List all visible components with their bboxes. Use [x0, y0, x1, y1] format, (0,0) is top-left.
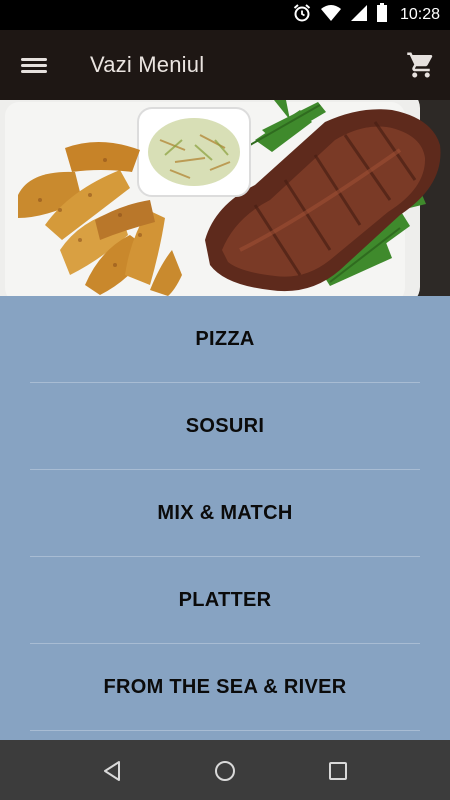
- menu-item-label: SOSURI: [185, 415, 265, 437]
- status-icons: 10:28: [292, 0, 440, 30]
- hero-food-image: [0, 100, 450, 296]
- menu-item-mix-and-match[interactable]: MIX & MATCH: [0, 470, 450, 557]
- status-time: 10:28: [399, 6, 440, 23]
- menu-item-label: PIZZA: [195, 328, 255, 350]
- menu-item-pizza[interactable]: PIZZA: [0, 296, 450, 383]
- menu-item-label: PLATTER: [178, 589, 272, 611]
- status-bar: 10:28: [0, 0, 450, 30]
- home-icon: [212, 761, 238, 788]
- menu-item-sosuri[interactable]: SOSURI: [0, 383, 450, 470]
- back-button[interactable]: [99, 758, 125, 784]
- menu-item-platter[interactable]: PLATTER: [0, 557, 450, 644]
- app-bar: Vazi Meniul: [0, 30, 450, 100]
- menu-item-label: MIX & MATCH: [157, 502, 293, 524]
- menu-item-from-the-sea-and-river[interactable]: FROM THE SEA & RIVER: [0, 644, 450, 731]
- hamburger-menu-button[interactable]: [18, 50, 50, 80]
- shopping-cart-icon: [406, 52, 436, 84]
- hamburger-menu-icon: [18, 58, 50, 84]
- home-button[interactable]: [212, 758, 238, 784]
- menu-item-label: FROM THE SEA & RIVER: [103, 676, 347, 698]
- alarm-icon: [292, 3, 312, 28]
- menu-category-list: PIZZA SOSURI MIX & MATCH PLATTER FROM TH…: [0, 296, 450, 740]
- battery-icon: [376, 2, 388, 28]
- signal-icon: [350, 4, 368, 27]
- recents-icon: [325, 762, 351, 788]
- recents-button[interactable]: [325, 758, 351, 784]
- system-nav-bar: [0, 740, 450, 800]
- page-title: Vazi Meniul: [90, 52, 205, 77]
- cart-button[interactable]: [406, 50, 436, 80]
- back-icon: [99, 761, 125, 788]
- wifi-icon: [320, 4, 342, 27]
